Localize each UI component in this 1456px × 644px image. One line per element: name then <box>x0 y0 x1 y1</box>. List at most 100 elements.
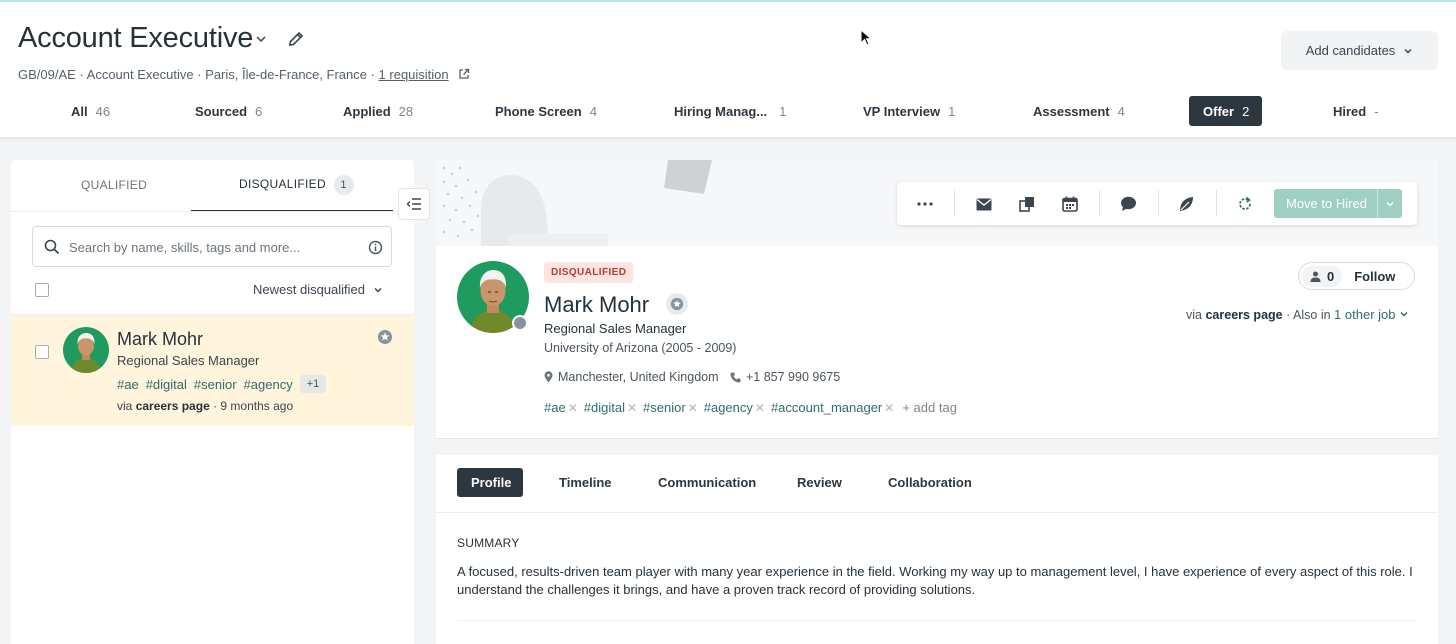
tab-profile[interactable]: Profile <box>457 468 523 497</box>
add-candidates-label: Add candidates <box>1305 43 1396 58</box>
stage-label: Phone Screen <box>495 103 582 119</box>
candidate-source: via careers page · 9 months ago <box>117 399 293 413</box>
copy-icon[interactable] <box>1018 195 1036 213</box>
sort-dropdown[interactable]: Newest disqualified <box>253 282 383 297</box>
stage-assessment[interactable]: Assessment 4 <box>1033 96 1125 126</box>
tag[interactable]: #ae <box>544 400 566 415</box>
remove-tag-icon[interactable]: ✕ <box>755 401 765 415</box>
job-title[interactable]: Account Executive <box>18 22 253 55</box>
more-icon[interactable] <box>916 195 934 213</box>
other-jobs-link[interactable]: 1 other job <box>1334 307 1409 322</box>
stage-count: 4 <box>1117 103 1125 119</box>
remove-tag-icon[interactable]: ✕ <box>884 401 894 415</box>
active-tab-indicator <box>191 210 393 211</box>
stage-applied[interactable]: Applied 28 <box>343 96 413 126</box>
banner-pattern <box>442 160 712 246</box>
move-to-hired-label: Move to Hired <box>1286 196 1367 211</box>
stage-hired[interactable]: Hired - <box>1333 96 1379 126</box>
tag[interactable]: #agency <box>704 400 753 415</box>
sort-label: Newest disqualified <box>253 282 366 297</box>
toolbar-divider <box>1216 190 1217 216</box>
summary-text: A focused, results-driven team player wi… <box>457 564 1413 597</box>
stage-phone-screen[interactable]: Phone Screen 4 <box>495 96 597 126</box>
stage-label: Hired <box>1333 103 1367 119</box>
refresh-icon[interactable] <box>1236 195 1254 213</box>
stage-sourced[interactable]: Sourced 6 <box>195 96 262 126</box>
add-tag-button[interactable]: + add tag <box>902 400 957 415</box>
remove-tag-icon[interactable]: ✕ <box>627 401 637 415</box>
tag[interactable]: #ae <box>117 377 139 392</box>
tag[interactable]: #digital <box>146 377 187 392</box>
chevron-down-icon[interactable] <box>254 32 268 46</box>
person-icon <box>1310 271 1321 282</box>
tab-disqualified-label: DISQUALIFIED <box>239 177 326 191</box>
tab-qualified[interactable]: QUALIFIED <box>81 178 147 192</box>
external-link-icon[interactable] <box>458 68 470 80</box>
via-prefix: via <box>117 399 133 413</box>
location-pin-icon <box>544 371 553 383</box>
followers-count[interactable]: 0 <box>1302 265 1343 287</box>
other-job-label: 1 other job <box>1334 307 1396 322</box>
tag[interactable]: #senior <box>194 377 237 392</box>
candidate-list-panel: QUALIFIED DISQUALIFIED 1 Newest disquali… <box>11 160 414 644</box>
qualification-tabs: QUALIFIED DISQUALIFIED 1 <box>11 160 414 212</box>
tab-collaboration[interactable]: Collaboration <box>888 468 972 497</box>
remove-tag-icon[interactable]: ✕ <box>688 401 698 415</box>
stage-all[interactable]: All 46 <box>71 96 110 126</box>
candidate-name[interactable]: Mark Mohr <box>117 329 203 350</box>
tag[interactable]: #agency <box>244 377 293 392</box>
follow-button[interactable]: Follow <box>1354 269 1395 284</box>
email-icon[interactable] <box>975 195 993 213</box>
tab-timeline[interactable]: Timeline <box>559 468 612 497</box>
comment-icon[interactable] <box>1119 195 1137 213</box>
add-candidates-button[interactable]: Add candidates <box>1281 31 1438 70</box>
candidate-source: via careers page · Also in 1 other job <box>1186 307 1409 322</box>
phone-text: +1 857 990 9675 <box>746 370 841 384</box>
stage-count: 4 <box>589 103 597 119</box>
stage-label: Hiring Manag... <box>674 103 768 119</box>
also-in-text: · Also in <box>1286 308 1331 322</box>
stage-label: Applied <box>343 103 391 119</box>
edit-icon[interactable] <box>287 30 305 48</box>
candidate-checkbox[interactable] <box>35 345 49 359</box>
stage-vp-interview[interactable]: VP Interview 1 <box>863 96 955 126</box>
stage-count: 2 <box>1242 103 1250 119</box>
more-tags-badge[interactable]: +1 <box>299 375 327 393</box>
tab-communication[interactable]: Communication <box>658 468 756 497</box>
tabs-divider <box>436 512 1438 513</box>
candidate-phone[interactable]: +1 857 990 9675 <box>730 370 840 384</box>
plus-icon: + <box>902 400 910 415</box>
search-input[interactable] <box>69 237 359 257</box>
job-header: Account Executive GB/09/AE · Account Exe… <box>0 0 1456 138</box>
toolbar-divider <box>954 190 955 216</box>
candidate-list-item[interactable]: Mark Mohr Regional Sales Manager #ae #di… <box>11 314 414 426</box>
stage-hiring-manager[interactable]: Hiring Manag... 1 <box>674 96 786 126</box>
add-tag-label: add tag <box>913 400 957 415</box>
toolbar-divider <box>1158 190 1159 216</box>
remove-tag-icon[interactable]: ✕ <box>568 401 578 415</box>
tab-disqualified[interactable]: DISQUALIFIED 1 <box>239 175 354 195</box>
calendar-icon[interactable] <box>1061 195 1079 213</box>
star-icon[interactable] <box>666 293 688 315</box>
stage-label: All <box>71 103 88 119</box>
job-meta: GB/09/AE · Account Executive · Paris, Îl… <box>18 67 470 82</box>
star-icon[interactable] <box>377 329 393 345</box>
tag[interactable]: #digital <box>584 400 625 415</box>
requisition-link[interactable]: 1 requisition <box>379 67 449 82</box>
stage-offer[interactable]: Offer 2 <box>1189 96 1262 126</box>
evaluate-icon[interactable] <box>1178 195 1196 213</box>
move-to-hired-button[interactable]: Move to Hired <box>1274 189 1402 218</box>
tag[interactable]: #senior <box>643 400 686 415</box>
move-dropdown-toggle[interactable] <box>1378 199 1402 209</box>
select-all-checkbox[interactable] <box>35 283 49 297</box>
via-source: careers page <box>1205 308 1283 322</box>
collapse-icon <box>406 198 421 210</box>
tag[interactable]: #account_manager <box>771 400 882 415</box>
location-text: Manchester, United Kingdom <box>558 370 719 384</box>
tabs-divider <box>11 211 414 212</box>
stage-label: Sourced <box>195 103 248 119</box>
tab-review[interactable]: Review <box>797 468 842 497</box>
info-icon[interactable] <box>368 240 383 255</box>
via-time: · 9 months ago <box>213 399 294 413</box>
collapse-panel-button[interactable] <box>398 188 430 220</box>
